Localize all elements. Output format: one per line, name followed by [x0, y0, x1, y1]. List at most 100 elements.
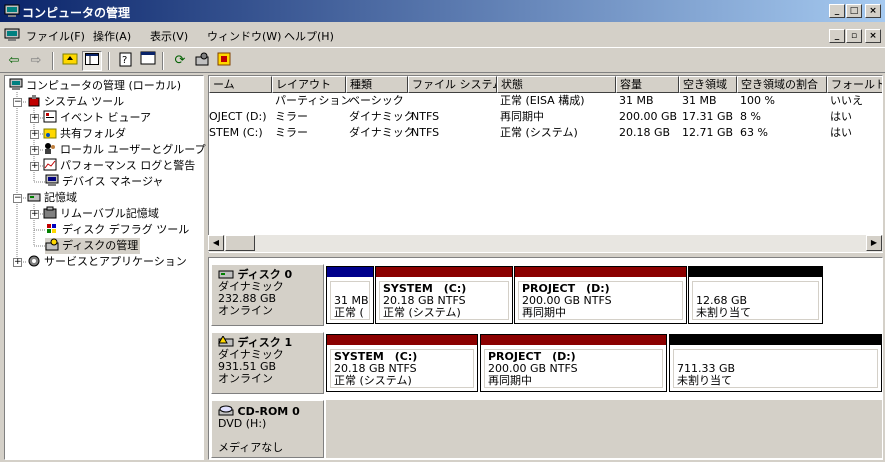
- cell-free-space: 17.31 GB: [682, 110, 734, 123]
- refresh-icon[interactable]: ⟳: [170, 51, 190, 71]
- tree-item-device-manager[interactable]: デバイス マネージャ: [45, 174, 163, 190]
- tree-item-local-users[interactable]: ローカル ユーザーとグループ: [43, 142, 206, 158]
- collapse-toggle[interactable]: −: [13, 194, 22, 203]
- title-bar[interactable]: コンピュータの管理 _ □ ×: [0, 0, 885, 22]
- maximize-button[interactable]: □: [846, 4, 862, 18]
- expand-toggle[interactable]: +: [30, 210, 39, 219]
- expand-toggle[interactable]: +: [30, 162, 39, 171]
- tree-item-label: ローカル ユーザーとグループ: [60, 143, 206, 156]
- cell-capacity: 31 MB: [619, 94, 654, 107]
- forward-icon[interactable]: ⇨: [26, 51, 46, 71]
- menu-action[interactable]: 操作(A): [93, 28, 131, 44]
- toolbar-separator: [162, 52, 164, 70]
- scroll-left-icon[interactable]: ◀: [208, 235, 224, 251]
- event-viewer-icon: [43, 110, 57, 123]
- close-button[interactable]: ×: [865, 4, 881, 18]
- column-header-fault-tolerance[interactable]: フォールト: [827, 76, 882, 93]
- partition-color-bar: [327, 335, 477, 345]
- cell-filesystem: NTFS: [411, 110, 440, 123]
- column-header-capacity[interactable]: 容量: [616, 76, 679, 93]
- disk-settings-icon[interactable]: [192, 51, 212, 71]
- tree-item-storage[interactable]: 記憶域: [27, 190, 77, 206]
- cdrom-0-label[interactable]: CD-ROM 0 DVD (H:) メディアなし: [211, 400, 324, 458]
- tree-item-label: コンピュータの管理 (ローカル): [26, 79, 182, 92]
- column-header-volume[interactable]: ーム: [209, 76, 272, 93]
- partition-project-d[interactable]: PROJECT (D:) 200.00 GB NTFS 再同期中: [480, 334, 667, 392]
- expand-toggle[interactable]: +: [30, 114, 39, 123]
- partition-color-bar: [670, 335, 881, 345]
- partition-eisa[interactable]: 31 MB 正常 (: [326, 266, 374, 324]
- child-minimize-button[interactable]: _: [829, 29, 845, 43]
- tree-item-computer-management[interactable]: コンピュータの管理 (ローカル): [9, 78, 181, 94]
- services-icon: [28, 255, 40, 267]
- tree-item-disk-management[interactable]: ディスクの管理: [45, 238, 141, 254]
- tree-item-defrag[interactable]: ディスク デフラグ ツール: [45, 222, 189, 238]
- column-header-type[interactable]: 種類: [346, 76, 408, 93]
- collapse-toggle[interactable]: −: [13, 98, 22, 107]
- wizard-icon[interactable]: [214, 51, 234, 71]
- partition-body: SYSTEM (C:) 20.18 GB NTFS 正常 (システム): [379, 281, 509, 320]
- disk-icon: [218, 270, 234, 279]
- partition-status: 再同期中: [488, 374, 532, 387]
- menu-view[interactable]: 表示(V): [150, 28, 188, 44]
- partition-project-d[interactable]: PROJECT (D:) 200.00 GB NTFS 再同期中: [514, 266, 687, 324]
- performance-icon: [43, 158, 57, 171]
- expand-toggle[interactable]: +: [30, 130, 39, 139]
- expand-toggle[interactable]: +: [13, 258, 22, 267]
- menu-help[interactable]: ヘルプ(H): [284, 28, 334, 44]
- horizontal-scrollbar[interactable]: ◀ ▶: [208, 235, 883, 252]
- partition-color-bar: [376, 267, 512, 277]
- show-tree-icon[interactable]: [82, 51, 102, 71]
- partition-unallocated[interactable]: 12.68 GB 未割り当て: [688, 266, 823, 324]
- cell-capacity: 20.18 GB: [619, 126, 671, 139]
- up-folder-icon[interactable]: [60, 51, 80, 71]
- column-header-layout[interactable]: レイアウト: [272, 76, 346, 93]
- tree-item-services-applications[interactable]: サービスとアプリケーション: [27, 254, 187, 270]
- cell-filesystem: NTFS: [411, 126, 440, 139]
- cdrom-empty-area: [326, 400, 882, 458]
- shared-folder-icon: [43, 128, 57, 139]
- cell-fault-tolerance: いいえ: [830, 94, 863, 107]
- cell-percent-free: 63 %: [740, 126, 768, 139]
- menu-bar: ファイル(F) 操作(A) 表示(V) ウィンドウ(W) ヘルプ(H) _ ▫ …: [0, 24, 885, 46]
- expand-toggle[interactable]: +: [30, 146, 39, 155]
- column-header-filesystem[interactable]: ファイル システム: [408, 76, 497, 93]
- help-icon[interactable]: [138, 51, 158, 71]
- menu-window[interactable]: ウィンドウ(W): [207, 28, 281, 44]
- scroll-thumb[interactable]: [225, 235, 255, 251]
- tree-item-label: 共有フォルダ: [60, 127, 126, 140]
- tree-item-performance-logs[interactable]: パフォーマンス ログと警告: [43, 158, 195, 174]
- tree-item-label: ディスクの管理: [62, 239, 139, 252]
- disk-management-icon: [45, 238, 59, 251]
- menu-file[interactable]: ファイル(F): [26, 28, 85, 44]
- cell-volume: STEM (C:): [209, 126, 263, 139]
- cell-percent-free: 8 %: [740, 110, 761, 123]
- partition-system-c[interactable]: SYSTEM (C:) 20.18 GB NTFS 正常 (システム): [375, 266, 513, 324]
- cell-status: 再同期中: [500, 110, 544, 123]
- cdrom-icon: [218, 405, 234, 416]
- disk-0-label[interactable]: ディスク 0 ダイナミック 232.88 GB オンライン: [211, 264, 324, 326]
- cell-layout: ミラー: [275, 110, 308, 123]
- partition-status: 未割り当て: [677, 374, 732, 387]
- partition-unallocated[interactable]: 711.33 GB 未割り当て: [669, 334, 882, 392]
- column-header-percent-free[interactable]: 空き領域の割合: [737, 76, 827, 93]
- partition-body: PROJECT (D:) 200.00 GB NTFS 再同期中: [518, 281, 683, 320]
- column-header-status[interactable]: 状態: [497, 76, 616, 93]
- tree-item-label: 記憶域: [44, 191, 77, 204]
- back-icon[interactable]: ⇦: [4, 51, 24, 71]
- child-restore-button[interactable]: ▫: [846, 29, 862, 43]
- child-close-button[interactable]: ×: [865, 29, 881, 43]
- tree-item-removable-storage[interactable]: リムーバブル記憶域: [43, 206, 159, 222]
- tree-item-event-viewer[interactable]: イベント ビューア: [43, 110, 151, 126]
- column-header-free-space[interactable]: 空き領域: [679, 76, 737, 93]
- storage-icon: [27, 193, 41, 202]
- disk-1-label[interactable]: ディスク 1 ダイナミック 931.51 GB オンライン: [211, 332, 324, 394]
- partition-system-c[interactable]: SYSTEM (C:) 20.18 GB NTFS 正常 (システム): [326, 334, 478, 392]
- scroll-right-icon[interactable]: ▶: [866, 235, 882, 251]
- partition-status: 未割り当て: [696, 306, 751, 319]
- minimize-button[interactable]: _: [829, 4, 845, 18]
- tree-item-system-tools[interactable]: システム ツール: [27, 94, 124, 110]
- properties-icon[interactable]: ?: [116, 51, 136, 71]
- cell-layout: ミラー: [275, 126, 308, 139]
- tree-item-shared-folders[interactable]: 共有フォルダ: [43, 126, 126, 142]
